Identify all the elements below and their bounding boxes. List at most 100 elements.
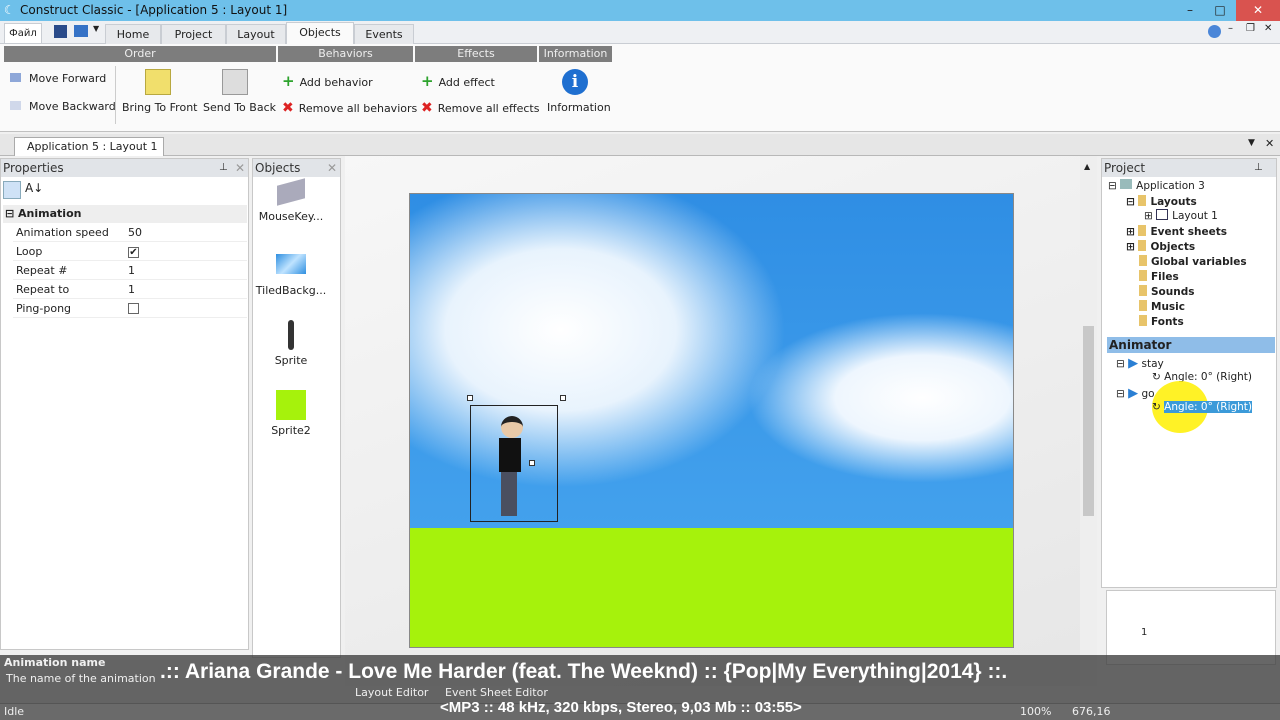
close-icon[interactable]: ✕: [327, 159, 337, 177]
tree-music[interactable]: Music: [1139, 300, 1185, 313]
angle-go[interactable]: ↻ Angle: 0° (Right): [1152, 401, 1253, 413]
tree-label: Sounds: [1151, 286, 1195, 298]
folder-icon: [1139, 285, 1147, 296]
group-order-header: Order: [4, 46, 276, 62]
layout-canvas[interactable]: [409, 193, 1014, 648]
resize-handle[interactable]: [560, 395, 566, 401]
tree-layout1[interactable]: ⊞ Layout 1: [1144, 209, 1218, 222]
tree-global-variables[interactable]: Global variables: [1139, 255, 1247, 268]
object-sprite2[interactable]: Sprite2: [254, 390, 328, 437]
help-icon[interactable]: [1208, 25, 1221, 38]
sort-alpha-icon[interactable]: A↓: [25, 181, 43, 195]
quick-access-dropdown-icon[interactable]: ▼: [93, 24, 99, 33]
angle-stay[interactable]: ↻ Angle: 0° (Right): [1152, 371, 1252, 383]
prop-row-repeat-to[interactable]: Repeat to 1: [13, 280, 247, 299]
grass-ground[interactable]: [410, 528, 1013, 647]
monitor-icon[interactable]: [74, 25, 88, 37]
resize-handle[interactable]: [467, 395, 473, 401]
send-to-back-button[interactable]: Send To Back: [203, 101, 276, 114]
tree-objects[interactable]: ⊞ Objects: [1126, 240, 1195, 253]
information-button[interactable]: Information: [547, 101, 611, 114]
animation-go[interactable]: ⊟ ▶ go: [1116, 386, 1155, 401]
tree-layouts[interactable]: ⊟ Layouts: [1126, 195, 1197, 208]
animation-name: stay: [1141, 358, 1164, 370]
prop-value[interactable]: 50: [128, 223, 142, 242]
bring-to-front-button[interactable]: Bring To Front: [122, 101, 197, 114]
tab-layout-editor[interactable]: Layout Editor: [355, 686, 428, 699]
animation-stay[interactable]: ⊟ ▶ stay: [1116, 356, 1164, 371]
tab-list-dropdown-icon[interactable]: ▼: [1248, 138, 1255, 148]
categorized-icon[interactable]: [3, 181, 21, 199]
prop-key: Animation speed: [16, 226, 109, 239]
prop-row-ping-pong[interactable]: Ping-pong: [13, 299, 247, 318]
rotate-icon: ↻: [1152, 371, 1161, 383]
move-forward-label: Move Forward: [29, 72, 107, 85]
folder-icon: [1138, 240, 1147, 251]
tab-event-sheet-editor[interactable]: Event Sheet Editor: [445, 686, 548, 699]
close-icon[interactable]: ✕: [235, 159, 245, 177]
tree-application[interactable]: ⊟ Application 3: [1108, 179, 1205, 192]
character-legs: [501, 472, 517, 516]
ribbon-minimize-button[interactable]: –: [1228, 23, 1233, 34]
tree-files[interactable]: Files: [1139, 270, 1179, 283]
plus-icon: +: [282, 72, 295, 90]
object-mousekeyboard[interactable]: MouseKey...: [254, 178, 328, 223]
object-tiledbackground[interactable]: TiledBackg...: [254, 254, 328, 297]
file-button[interactable]: Файл: [4, 23, 42, 43]
close-button[interactable]: ✕: [1236, 0, 1280, 21]
app-icon: ☾: [4, 3, 15, 17]
tab-events[interactable]: Events: [354, 24, 414, 44]
pin-icon[interactable]: ⊥: [1254, 159, 1263, 177]
prop-row-animation-speed[interactable]: Animation speed 50: [13, 223, 247, 242]
section-animation[interactable]: ⊟ Animation: [3, 205, 247, 223]
move-backward-icon: [10, 101, 21, 110]
tree-event-sheets[interactable]: ⊞ Event sheets: [1126, 225, 1227, 238]
remove-all-effects-button[interactable]: ✖ Remove all effects: [421, 100, 539, 116]
group-behaviors-header: Behaviors: [278, 46, 413, 62]
tree-label: Layouts: [1150, 196, 1197, 208]
help-text: The name of the animation: [6, 672, 156, 685]
information-icon: i: [562, 69, 588, 95]
prop-row-loop[interactable]: Loop ✔: [13, 242, 247, 261]
ribbon-restore-button[interactable]: ❐: [1246, 23, 1255, 34]
save-icon[interactable]: [54, 25, 67, 38]
prop-value[interactable]: 1: [128, 261, 135, 280]
red-x-icon: ✖: [282, 100, 294, 116]
frame-number[interactable]: 1: [1141, 627, 1147, 638]
tab-layout[interactable]: Layout: [226, 24, 286, 44]
scrollbar-thumb[interactable]: [1083, 326, 1094, 516]
tab-objects[interactable]: Objects: [286, 22, 354, 45]
tab-home[interactable]: Home: [105, 24, 161, 44]
remove-all-behaviors-button[interactable]: ✖ Remove all behaviors: [282, 100, 417, 116]
project-title: Project: [1104, 161, 1146, 175]
prop-row-repeat-count[interactable]: Repeat # 1: [13, 261, 247, 280]
red-x-icon: ✖: [421, 100, 433, 116]
objects-title: Objects: [255, 161, 301, 175]
ping-pong-checkbox[interactable]: [128, 303, 139, 314]
object-sprite[interactable]: Sprite: [254, 320, 328, 367]
properties-title: Properties: [3, 161, 64, 175]
tree-label: Files: [1151, 271, 1179, 283]
ribbon-close-button[interactable]: ✕: [1264, 23, 1272, 34]
pin-icon[interactable]: ⊥: [219, 159, 228, 177]
prop-value[interactable]: 1: [128, 280, 135, 299]
minimize-button[interactable]: –: [1176, 0, 1204, 21]
selected-sprite[interactable]: [467, 395, 566, 522]
doc-tab-layout1[interactable]: Application 5 : Layout 1: [14, 137, 164, 156]
move-backward-button[interactable]: Move Backward: [10, 100, 116, 113]
scroll-up-icon[interactable]: ▲: [1084, 162, 1090, 171]
tree-sounds[interactable]: Sounds: [1139, 285, 1195, 298]
hotspot-handle[interactable]: [529, 460, 535, 466]
maximize-button[interactable]: □: [1206, 0, 1234, 21]
application-icon: [1120, 179, 1133, 189]
loop-checkbox[interactable]: ✔: [128, 247, 139, 258]
vertical-scrollbar[interactable]: ▲: [1080, 156, 1097, 686]
tab-project[interactable]: Project: [161, 24, 226, 44]
add-behavior-button[interactable]: + Add behavior: [282, 72, 373, 90]
character-body: [499, 438, 521, 472]
add-effect-button[interactable]: + Add effect: [421, 72, 495, 90]
close-doc-icon[interactable]: ✕: [1265, 137, 1274, 150]
tree-label: Objects: [1150, 241, 1196, 253]
tree-fonts[interactable]: Fonts: [1139, 315, 1184, 328]
move-forward-button[interactable]: Move Forward: [10, 72, 106, 85]
